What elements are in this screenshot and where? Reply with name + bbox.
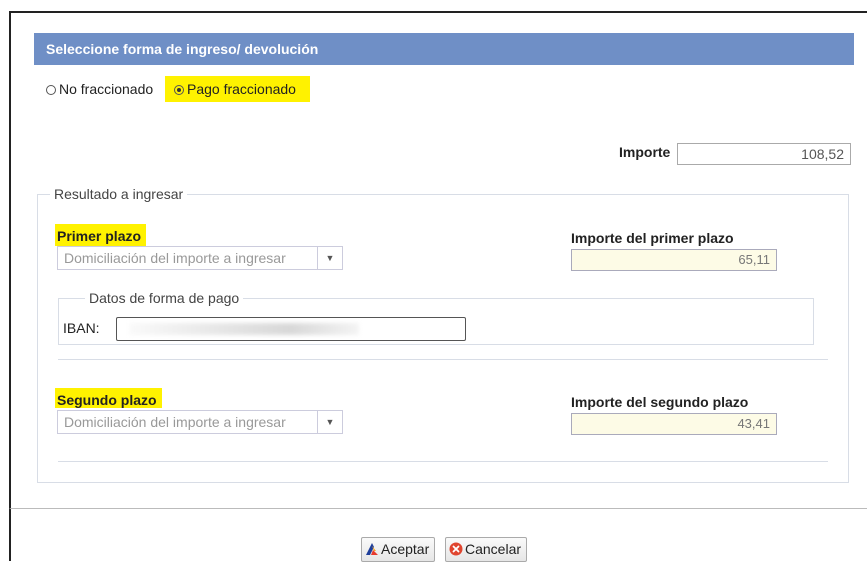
radio-label: Pago fraccionado [187, 81, 296, 97]
frame-border [9, 509, 11, 561]
select-value: Domiciliación del importe a ingresar [64, 250, 286, 266]
aeat-logo-icon [366, 543, 378, 555]
radio-circle-icon [46, 85, 56, 95]
cancel-button[interactable]: Cancelar [445, 537, 528, 562]
select-value: Domiciliación del importe a ingresar [64, 414, 286, 430]
iban-input[interactable] [116, 317, 466, 341]
radio-checked-icon [174, 85, 184, 95]
datos-pago-legend: Datos de forma de pago [85, 290, 244, 306]
primer-plazo-amount-field[interactable]: 65,11 [571, 249, 777, 271]
primer-plazo-amount-label: Importe del primer plazo [571, 230, 734, 246]
primer-plazo-select[interactable]: Domiciliación del importe a ingresar ▼ [57, 246, 343, 270]
segundo-plazo-select[interactable]: Domiciliación del importe a ingresar ▼ [57, 410, 343, 434]
segundo-plazo-label: Segundo plazo [55, 388, 162, 408]
dropdown-caret-icon[interactable]: ▼ [317, 247, 342, 269]
divider [58, 461, 828, 462]
segundo-plazo-amount-field[interactable]: 43,41 [571, 413, 777, 435]
radio-label: No fraccionado [59, 81, 154, 97]
section-header: Seleccione forma de ingreso/ devolución [34, 33, 854, 65]
importe-field[interactable]: 108,52 [677, 143, 851, 165]
redacted-iban-value [129, 323, 359, 335]
primer-plazo-label: Primer plazo [55, 224, 147, 246]
iban-label: IBAN: [63, 320, 100, 336]
accept-button[interactable]: Aceptar [361, 537, 436, 562]
importe-label: Importe [619, 144, 671, 160]
divider [58, 359, 828, 360]
cancel-x-icon [449, 542, 463, 556]
radio-no-fraccionado[interactable]: No fraccionado [46, 79, 153, 99]
accept-label: Aceptar [381, 541, 430, 557]
resultado-legend: Resultado a ingresar [50, 186, 188, 202]
segundo-plazo-amount-label: Importe del segundo plazo [571, 394, 749, 410]
dropdown-caret-icon[interactable]: ▼ [317, 411, 342, 433]
cancel-label: Cancelar [465, 541, 522, 557]
radio-pago-fraccionado[interactable]: Pago fraccionado [165, 76, 310, 102]
